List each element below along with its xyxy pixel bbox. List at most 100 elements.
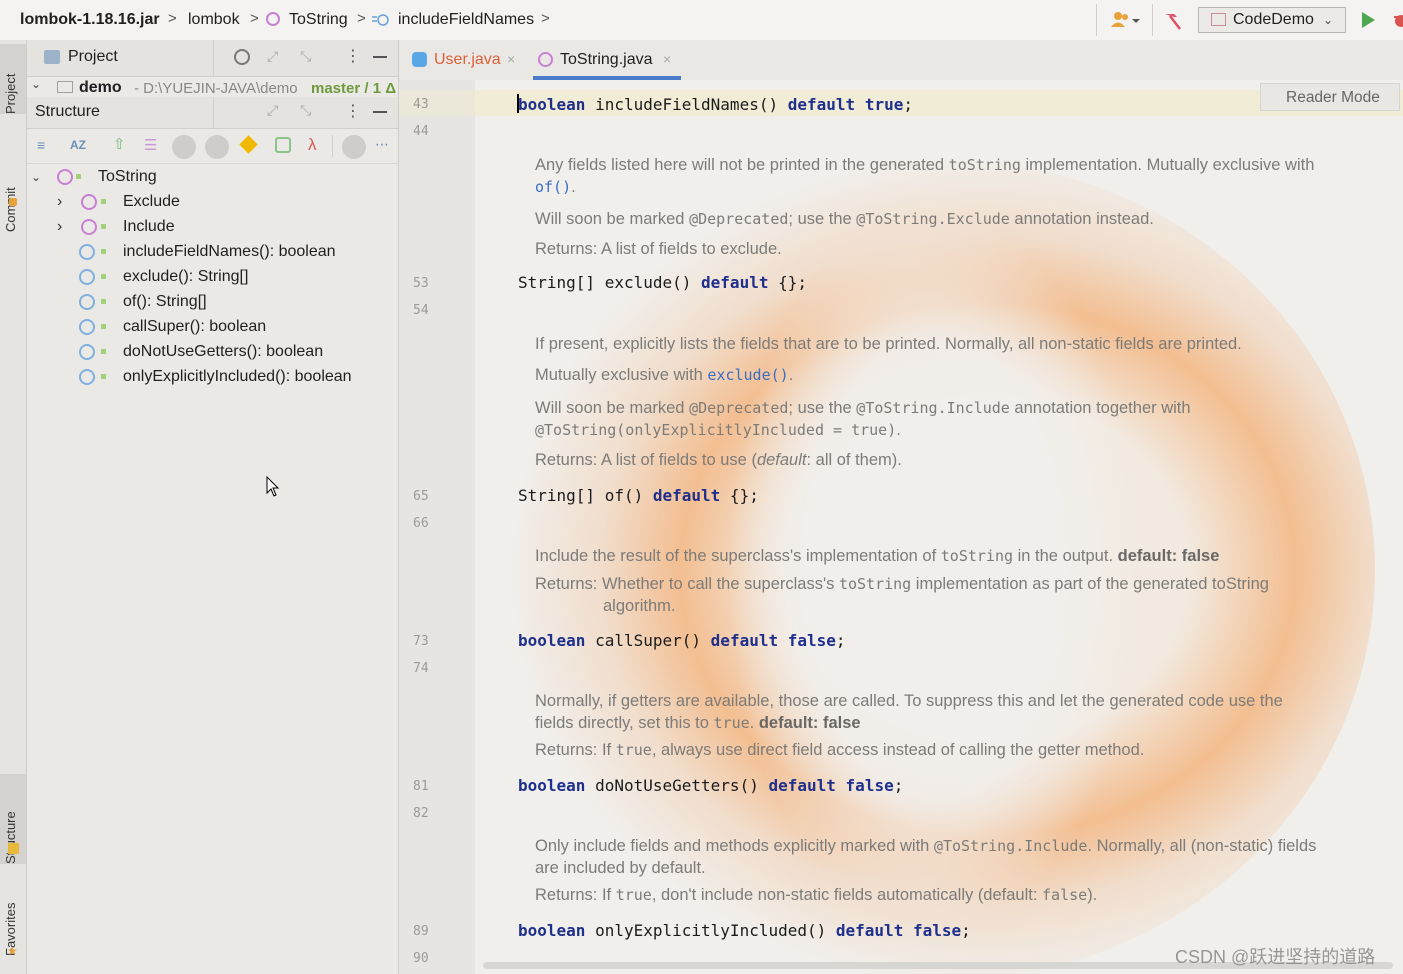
tree-node-tostring[interactable]: ⌄ ToString [27,165,398,189]
breadcrumb-separator: > [250,10,259,27]
breadcrumb-package[interactable]: lombok [188,11,240,29]
doc-link[interactable]: exclude() [707,366,788,384]
doc-code: toString [948,156,1021,174]
navigation-bar: lombok-1.18.16.jar > lombok > ToString >… [0,0,1403,41]
breadcrumb-annotation[interactable]: ToString [289,11,348,29]
star-icon: ★ [7,944,18,958]
doc-link[interactable]: of() [535,178,571,196]
collapse-all-icon[interactable]: ⤡ [300,102,311,119]
show-properties-icon[interactable] [239,135,258,154]
more-icon[interactable]: ⋯ [375,136,389,153]
hide-panel-icon[interactable] [373,56,387,58]
tool-tab-commit[interactable]: Commit [0,138,26,232]
doc-text: Will soon be marked [535,210,690,228]
chevron-down-icon: ⌄ [31,170,42,184]
run-configuration-select[interactable]: CodeDemo ⌄ [1198,7,1346,33]
show-fields-icon[interactable]: ☰ [144,136,157,154]
tool-tab-project[interactable]: Project [0,44,26,114]
build-hammer-icon[interactable] [1162,10,1184,32]
doc-text: Mutually exclusive with [535,366,708,384]
tree-node-method[interactable]: onlyExplicitlyIncluded(): boolean [27,365,398,389]
tab-tostring-java[interactable]: ToString.java × [529,40,685,80]
code-text: doNotUseGetters() [585,776,769,795]
code-editor[interactable]: Reader Mode boolean includeFieldNames() … [475,80,1403,974]
filter-toggle-icon[interactable] [172,135,196,159]
tree-node-exclude[interactable]: › Exclude [27,190,398,214]
toolbar-divider [1096,4,1097,36]
side-panel: Project ⤢ ⤡ ⋮ ⌄ demo - D:\YUEJIN-JAVA\de… [27,40,399,974]
doc-code: @Deprecated [689,399,789,417]
tree-node-method[interactable]: of(): String[] [27,290,398,314]
doc-code: true [615,741,652,759]
doc-text: Returns: A list of fields to use ( [535,451,757,469]
expand-all-icon[interactable]: ⤢ [267,102,278,119]
doc-returns: Returns: Whether to call the superclass'… [535,573,1325,617]
doc-text: Only include fields and methods explicit… [535,837,934,855]
filter-toggle-icon[interactable] [205,135,229,159]
run-config-label: CodeDemo [1233,11,1314,28]
more-options-icon[interactable]: ⋮ [345,46,361,66]
code-text: {}; [768,273,807,292]
tree-node-method[interactable]: includeFieldNames(): boolean [27,240,398,264]
close-icon[interactable]: × [663,51,671,67]
tree-node-include[interactable]: › Include [27,215,398,239]
doc-code: @ToString.Exclude [856,210,1010,228]
collapse-all-icon[interactable]: ⤡ [300,48,311,65]
code-keyword: boolean [518,776,586,795]
doc-code: true [615,886,652,904]
structure-tree: ⌄ ToString › Exclude › Include includeFi… [27,165,398,405]
annotation-icon [266,12,280,26]
tree-node-method[interactable]: callSuper(): boolean [27,315,398,339]
breadcrumb-method[interactable]: includeFieldNames [398,11,534,29]
show-inherited-icon[interactable]: ⇧ [113,135,126,153]
tree-node-method[interactable]: exclude(): String[] [27,265,398,289]
code-keyword: true [864,95,904,114]
debug-icon[interactable] [1392,11,1403,29]
doc-comment-callsuper: Include the result of the superclass's i… [535,545,1325,617]
show-lambdas-icon[interactable]: λ [308,135,317,155]
show-anonymous-icon[interactable] [275,137,291,153]
code-text: onlyExplicitlyIncluded() [585,921,836,940]
tree-node-label: includeFieldNames(): boolean [123,243,336,260]
code-keyword: false [912,921,962,940]
tab-user-java[interactable]: User.java × [407,40,525,80]
line-number: 81 [413,779,429,794]
sort-alphabetically-icon[interactable]: AZ [70,138,86,152]
tree-node-label: Exclude [123,193,180,210]
doc-text: annotation instead. [1009,210,1154,228]
visibility-public-icon [101,349,106,354]
project-root-row[interactable]: ⌄ demo - D:\YUEJIN-JAVA\demo master / 1 … [27,77,398,97]
code-keyword: boolean [518,921,586,940]
doc-emphasis: default [756,451,807,469]
method-icon [79,294,95,310]
code-text: includeFieldNames() [585,95,788,114]
hide-panel-icon[interactable] [373,111,387,113]
breadcrumb-jar[interactable]: lombok-1.18.16.jar [20,11,160,29]
expand-all-icon[interactable]: ⤢ [267,48,278,65]
editor-gutter: 43 44 53 54 65 66 73 74 81 82 89 90 [399,80,475,974]
vcs-user-icon[interactable] [1110,10,1142,30]
doc-text: , don't include non-static fields automa… [651,886,1043,904]
locate-target-icon[interactable] [234,49,250,65]
reader-mode-button[interactable]: Reader Mode [1260,83,1400,111]
filter-toggle-icon[interactable] [342,135,366,159]
tree-node-method[interactable]: doNotUseGetters(): boolean [27,340,398,364]
sort-by-visibility-icon[interactable]: ≡ [37,137,45,153]
more-options-icon[interactable]: ⋮ [345,101,361,121]
structure-toolbar: ≡ AZ ⇧ ☰ λ ⋯ [27,129,398,164]
annotation-type-icon [81,219,97,235]
doc-text: implementation. Mutually exclusive with [1020,156,1315,174]
method-icon [79,344,95,360]
doc-code: @Deprecated [689,210,789,228]
editor-tab-bar: User.java × ToString.java × [399,40,1403,81]
project-panel-title[interactable]: Project [68,48,118,66]
annotation-type-icon [57,169,73,185]
run-icon[interactable] [1360,11,1376,29]
code-keyword: default [787,95,856,114]
doc-paragraph: If present, explicitly lists the fields … [535,335,1242,353]
visibility-public-icon [101,324,106,329]
code-keyword: false [787,631,836,650]
close-icon[interactable]: × [507,51,515,67]
run-config-icon [1211,13,1226,26]
doc-code: false [1042,886,1088,904]
